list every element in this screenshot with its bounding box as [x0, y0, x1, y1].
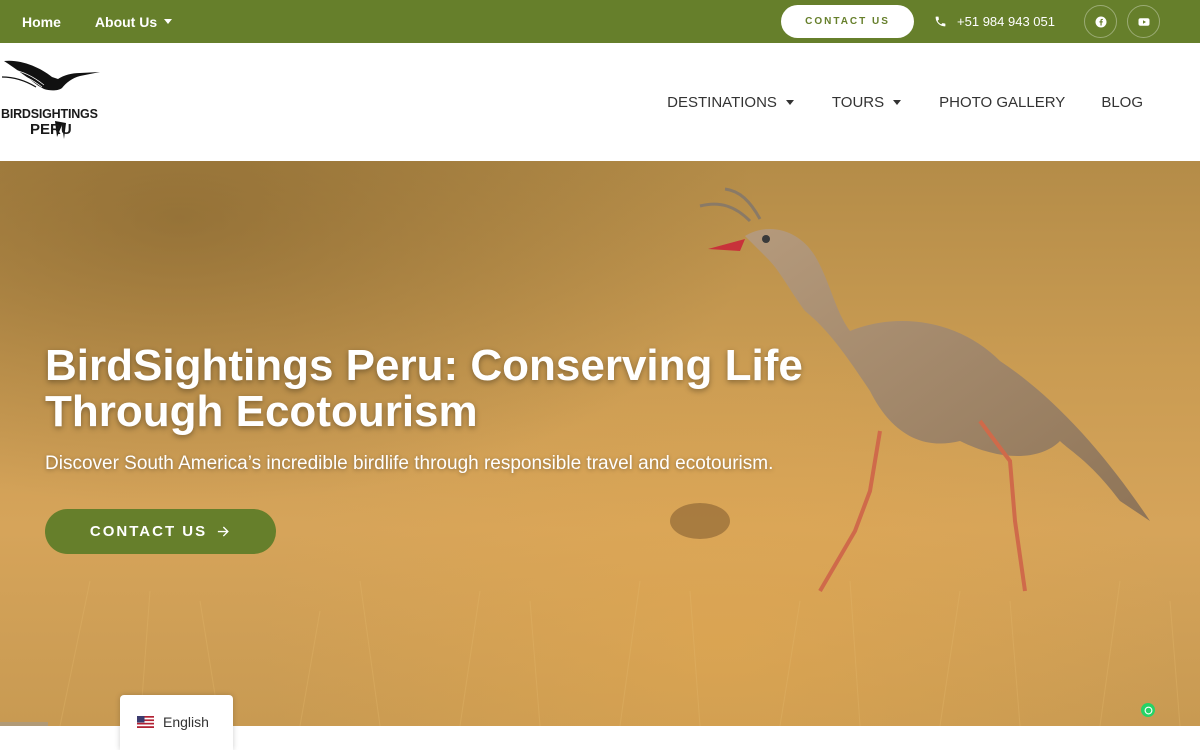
- site-header: BIRDSIGHTINGS PERU DESTINATIONS TOURS PH…: [0, 43, 1200, 161]
- top-nav-about-label: About Us: [94, 13, 158, 30]
- nav-photo-gallery[interactable]: PHOTO GALLERY: [939, 94, 1065, 111]
- scroll-indicator: [0, 722, 48, 726]
- us-flag-icon: [137, 716, 154, 728]
- nav-tours[interactable]: TOURS: [831, 93, 902, 111]
- youtube-icon: [1138, 17, 1149, 26]
- youtube-link[interactable]: [1127, 5, 1160, 38]
- top-nav-home-label: Home: [22, 13, 61, 30]
- nav-destinations-label: DESTINATIONS: [667, 93, 777, 111]
- hero-contact-button[interactable]: CONTACT US: [45, 509, 276, 554]
- whatsapp-icon: [1144, 706, 1152, 714]
- top-bar-right: CONTACT US +51 984 943 051: [781, 0, 1160, 43]
- nav-tours-label: TOURS: [831, 93, 885, 111]
- language-switcher[interactable]: English: [120, 695, 233, 750]
- hero-background-image: [59, 187, 1181, 726]
- logo-text-line2: PERU: [30, 121, 72, 138]
- hero-title: BirdSightings Peru: Conserving Life Thro…: [45, 341, 803, 436]
- phone-number: +51 984 943 051: [957, 14, 1055, 29]
- chevron-down-icon: [785, 99, 794, 105]
- top-contact-button[interactable]: CONTACT US: [781, 5, 915, 38]
- language-label: English: [163, 714, 209, 730]
- nav-destinations[interactable]: DESTINATIONS: [667, 94, 794, 111]
- top-nav: Home About Us: [0, 13, 173, 30]
- nav-blog[interactable]: BLOG: [1101, 94, 1143, 111]
- chevron-down-icon: [164, 19, 173, 24]
- phone-contact[interactable]: +51 984 943 051: [934, 14, 1055, 29]
- top-nav-home[interactable]: Home: [22, 14, 61, 30]
- arrow-right-icon: [217, 526, 229, 537]
- logo-text-line1: BIRDSIGHTINGS: [1, 107, 98, 121]
- whatsapp-button[interactable]: [1141, 703, 1155, 717]
- hero-contact-button-label: CONTACT US: [89, 523, 208, 540]
- site-logo[interactable]: BIRDSIGHTINGS PERU: [0, 55, 106, 145]
- hero-section: BirdSightings Peru: Conserving Life Thro…: [0, 161, 1200, 726]
- chevron-down-icon: [893, 99, 902, 105]
- hero-subtitle: Discover South America’s incredible bird…: [45, 453, 774, 474]
- top-nav-about-us[interactable]: About Us: [94, 13, 173, 30]
- facebook-icon: [1095, 16, 1106, 27]
- main-nav: DESTINATIONS TOURS PHOTO GALLERY BLOG: [667, 43, 1143, 161]
- nav-blog-label: BLOG: [1101, 93, 1143, 111]
- phone-icon: [935, 16, 946, 27]
- top-bar: Home About Us CONTACT US +51 984 943 051: [0, 0, 1200, 43]
- nav-photo-gallery-label: PHOTO GALLERY: [939, 93, 1066, 111]
- facebook-link[interactable]: [1084, 5, 1117, 38]
